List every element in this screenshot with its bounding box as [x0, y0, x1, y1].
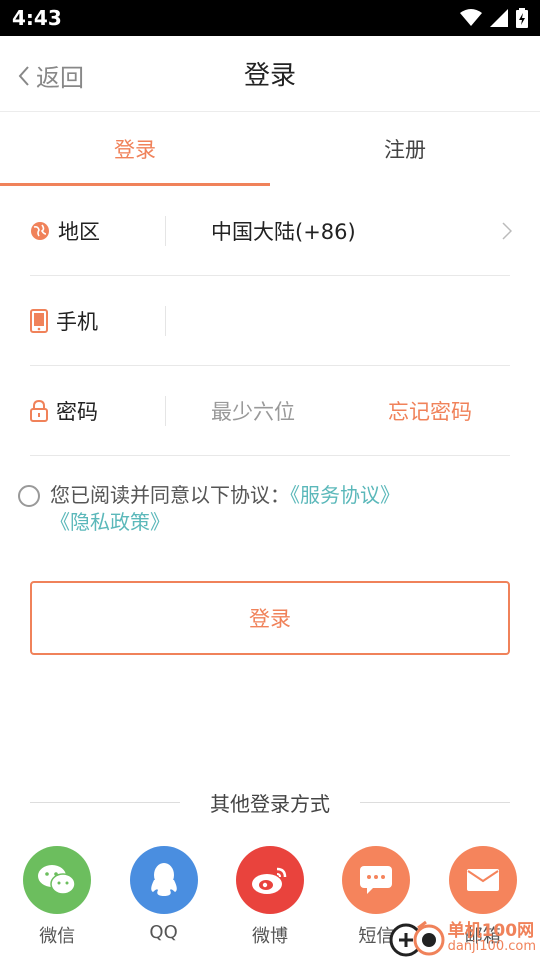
social-wechat[interactable]: 微信 [12, 846, 102, 948]
other-login-title: 其他登录方式 [210, 792, 330, 816]
region-value-text: 中国大陆(+86) [211, 219, 356, 244]
signal-icon [490, 9, 508, 27]
agreement: 您已阅读并同意以下协议：《服务协议》 《隐私政策》 [0, 456, 540, 536]
social-label: QQ [149, 922, 178, 943]
sms-icon [342, 846, 411, 914]
wechat-icon [23, 846, 92, 914]
divider-line [360, 802, 510, 803]
tab-bar: 登录 注册 [0, 112, 540, 186]
chevron-left-icon [18, 65, 29, 86]
qq-icon [129, 846, 198, 914]
login-button[interactable]: 登录 [30, 581, 510, 655]
navigation-bar: 返回 登录 [0, 36, 540, 112]
watermark-logo-icon [389, 920, 445, 957]
region-label-text: 地区 [58, 219, 100, 244]
region-label: 地区 [30, 215, 166, 246]
chevron-right-icon [502, 221, 512, 240]
phone-icon [30, 308, 48, 333]
social-qq[interactable]: QQ [119, 846, 209, 948]
password-row: 密码 最少六位 忘记密码 [30, 366, 510, 456]
phone-row: 手机 [30, 276, 510, 366]
status-time: 4:43 [12, 6, 62, 30]
other-login-divider: 其他登录方式 [30, 788, 510, 817]
forgot-password-link[interactable]: 忘记密码 [388, 396, 472, 426]
battery-icon [516, 8, 528, 28]
password-field: 最少六位 忘记密码 [166, 396, 510, 426]
region-value: 中国大陆(+86) [166, 216, 512, 246]
agreement-text: 您已阅读并同意以下协议：《服务协议》 《隐私政策》 [50, 482, 520, 536]
watermark-text: 单机100网 danji100.com [447, 920, 536, 955]
phone-label-text: 手机 [56, 309, 98, 334]
back-button[interactable]: 返回 [18, 58, 84, 93]
privacy-policy-link[interactable]: 《隐私政策》 [50, 510, 170, 534]
agreement-checkbox[interactable] [18, 485, 40, 507]
lock-icon [30, 399, 48, 422]
social-label: 微信 [39, 926, 76, 947]
social-label: 微博 [251, 926, 288, 947]
login-form: 地区 中国大陆(+86) 手机 密码 最少六位 忘记密码 [0, 186, 540, 456]
status-icons [460, 8, 528, 28]
globe-icon [31, 221, 49, 240]
mail-icon [448, 846, 517, 914]
password-input[interactable]: 最少六位 [211, 396, 295, 426]
phone-label: 手机 [30, 305, 166, 336]
agreement-statement: 您已阅读并同意以下协议： [50, 483, 290, 507]
tab-register[interactable]: 注册 [270, 112, 540, 186]
service-agreement-link[interactable]: 《服务协议》 [290, 483, 400, 507]
divider-line [30, 802, 180, 803]
watermark: 单机100网 danji100.com [388, 918, 536, 958]
back-label: 返回 [36, 64, 84, 92]
wifi-icon [460, 9, 482, 26]
region-row[interactable]: 地区 中国大陆(+86) [30, 186, 512, 276]
password-label: 密码 [30, 395, 166, 426]
status-bar: 4:43 [0, 0, 540, 36]
watermark-sub: danji100.com [447, 939, 536, 955]
watermark-main: 单机100网 [447, 920, 535, 941]
tab-indicator [0, 183, 270, 186]
tab-login[interactable]: 登录 [0, 112, 270, 186]
password-label-text: 密码 [56, 399, 98, 424]
social-weibo[interactable]: 微博 [225, 846, 315, 948]
weibo-icon [235, 846, 304, 914]
